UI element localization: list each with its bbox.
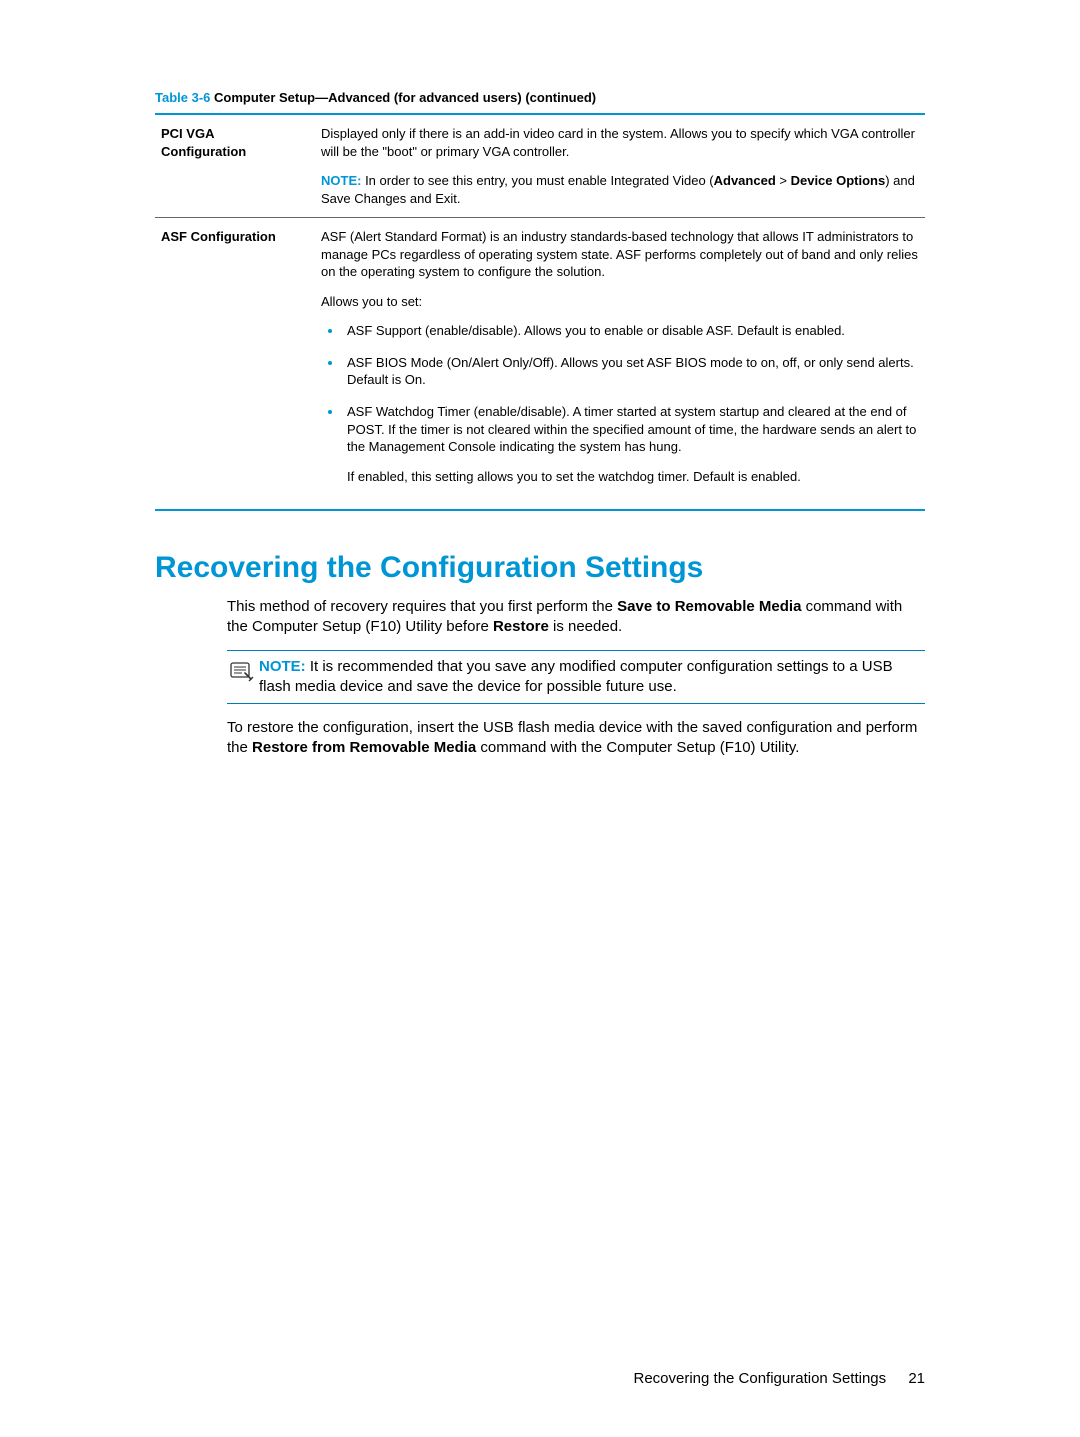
note-text-1: In order to see this entry, you must ena… (361, 173, 713, 188)
table-caption: Table 3-6 Computer Setup—Advanced (for a… (155, 90, 925, 105)
footer-title: Recovering the Configuration Settings (633, 1370, 886, 1387)
section-heading: Recovering the Configuration Settings (155, 551, 925, 585)
note-bold-1: Advanced (714, 173, 776, 188)
p2-bold: Restore from Removable Media (252, 739, 476, 756)
bullet-text: ASF BIOS Mode (On/Alert Only/Off). Allow… (347, 355, 914, 388)
row-label-line1: PCI VGA (161, 126, 214, 141)
table-row: ASF Configuration ASF (Alert Standard Fo… (155, 217, 925, 509)
row-note: NOTE: In order to see this entry, you mu… (321, 172, 919, 207)
table-caption-title: Computer Setup—Advanced (for advanced us… (210, 90, 596, 105)
note-bold-2: Device Options (791, 173, 886, 188)
bullet-text-2: If enabled, this setting allows you to s… (347, 468, 919, 486)
p1-end: is needed. (549, 618, 622, 635)
note-label: NOTE: (321, 173, 361, 188)
bullet-text-1: ASF Watchdog Timer (enable/disable). A t… (347, 403, 919, 456)
note-content: NOTE: It is recommended that you save an… (259, 657, 925, 698)
list-item: ASF Support (enable/disable). Allows you… (343, 322, 919, 340)
page-number: 21 (908, 1370, 925, 1387)
row-desc-1: ASF (Alert Standard Format) is an indust… (321, 228, 919, 281)
row-label-line2: Configuration (161, 144, 246, 159)
list-item: ASF BIOS Mode (On/Alert Only/Off). Allow… (343, 354, 919, 389)
body-paragraph-2: To restore the configuration, insert the… (227, 718, 925, 759)
row-content: Displayed only if there is an add-in vid… (321, 125, 919, 207)
p1-pre: This method of recovery requires that yo… (227, 598, 617, 615)
note-text: It is recommended that you save any modi… (259, 658, 893, 695)
row-label: ASF Configuration (161, 228, 321, 499)
table-caption-label: Table 3-6 (155, 90, 210, 105)
row-label: PCI VGA Configuration (161, 125, 321, 207)
row-desc: Displayed only if there is an add-in vid… (321, 125, 919, 160)
note-block: NOTE: It is recommended that you save an… (227, 650, 925, 705)
p2-end: command with the Computer Setup (F10) Ut… (476, 739, 799, 756)
page-content: Table 3-6 Computer Setup—Advanced (for a… (0, 0, 1080, 811)
config-table: PCI VGA Configuration Displayed only if … (155, 113, 925, 511)
note-label: NOTE: (259, 658, 306, 675)
p1-bold2: Restore (493, 618, 549, 635)
note-gt: > (776, 173, 791, 188)
table-row: PCI VGA Configuration Displayed only if … (155, 115, 925, 217)
p1-bold1: Save to Removable Media (617, 598, 801, 615)
bullet-list: ASF Support (enable/disable). Allows you… (321, 322, 919, 485)
bullet-text: ASF Support (enable/disable). Allows you… (347, 323, 845, 338)
row-desc-2: Allows you to set: (321, 293, 919, 311)
page-footer: Recovering the Configuration Settings 21 (633, 1370, 925, 1387)
row-content: ASF (Alert Standard Format) is an indust… (321, 228, 919, 499)
note-icon (227, 659, 255, 683)
list-item: ASF Watchdog Timer (enable/disable). A t… (343, 403, 919, 485)
body-paragraph-1: This method of recovery requires that yo… (227, 597, 925, 638)
row-label-line1: ASF Configuration (161, 229, 276, 244)
